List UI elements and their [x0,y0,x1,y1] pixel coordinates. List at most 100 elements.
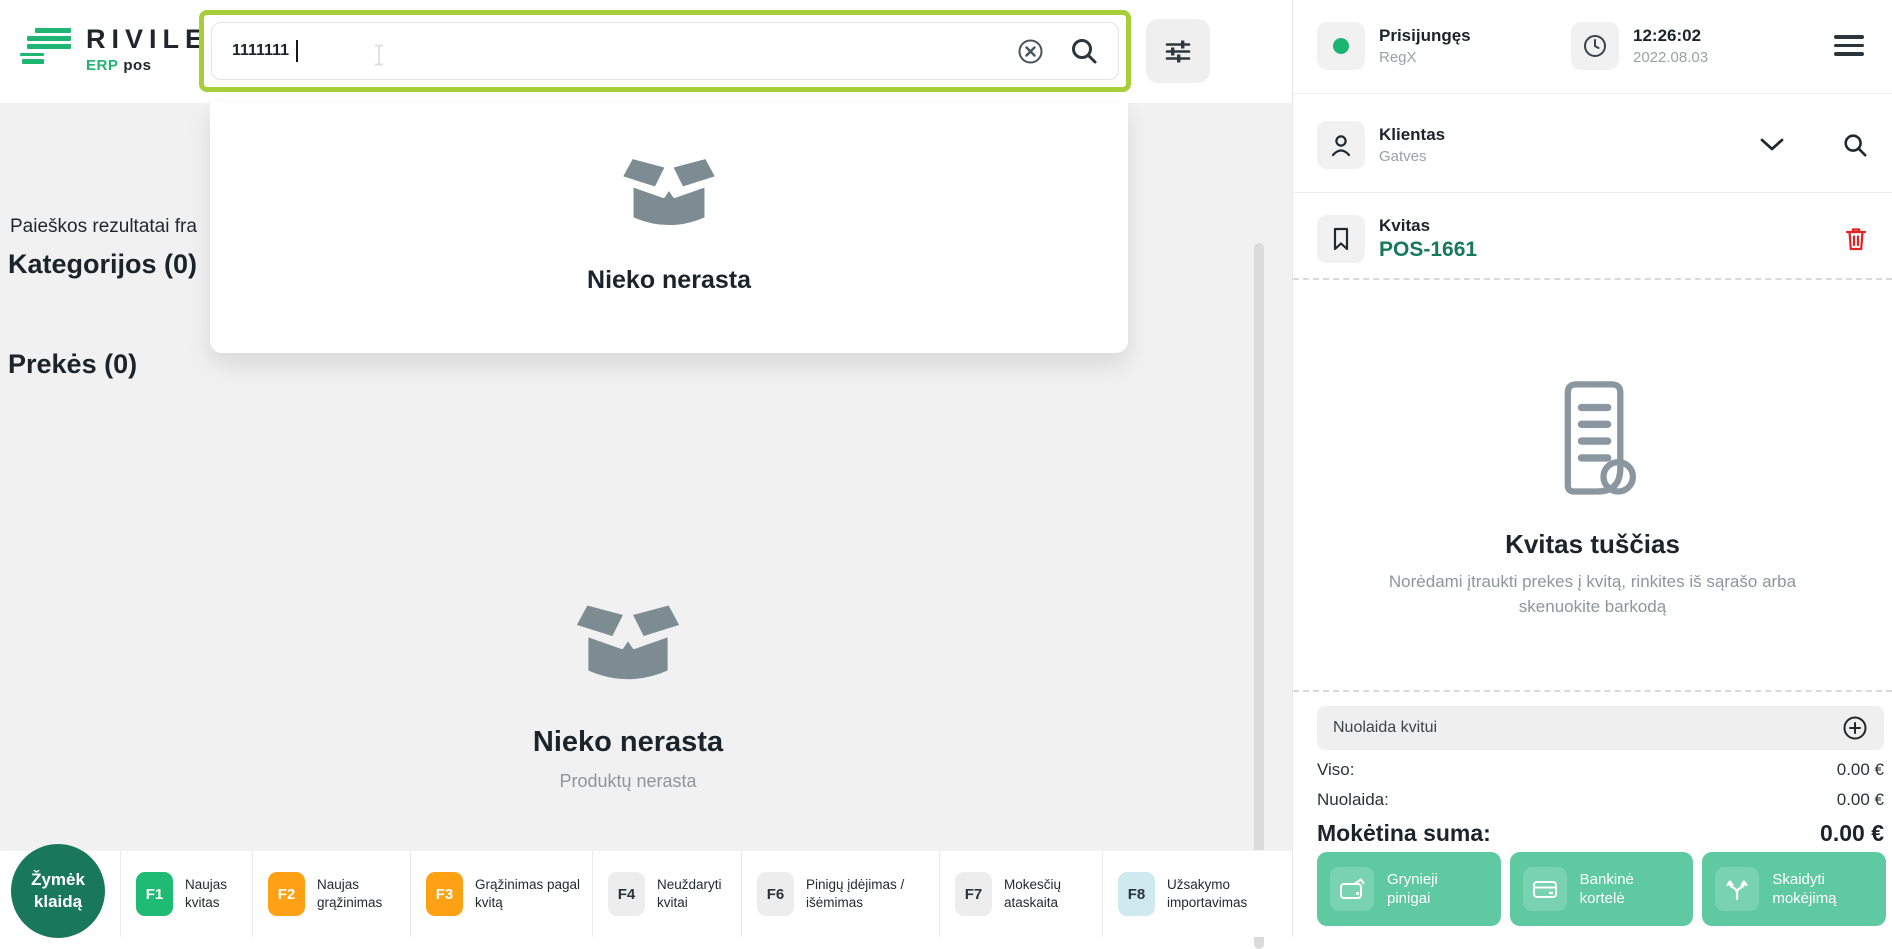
dashed-divider [1293,690,1892,692]
categories-heading: Kategorijos (0) [8,249,197,280]
cart-empty-subtitle: Norėdami įtraukti prekes į kvitą, rinkit… [1387,570,1799,619]
fkey-return-by-receipt[interactable]: F3 Grąžinimas pagal kvitą [410,851,592,937]
client-value: Gatves [1379,148,1445,165]
fkey-order-import[interactable]: F8 Užsakymo importavimas [1102,851,1292,937]
total-row: Viso: 0.00 € [1317,760,1884,780]
total-label: Viso: [1317,760,1355,780]
total-row: Nuolaida: 0.00 € [1317,790,1884,810]
f1-key-badge: F1 [136,872,173,916]
receipt-row: Kvitas POS-1661 [1317,206,1868,272]
date-value: 2022.08.03 [1633,49,1708,66]
connection-status: Prisijungęs RegX [1317,22,1471,70]
search-filter-button[interactable] [1146,19,1210,83]
f6-key-badge: F6 [757,872,794,916]
mouse-text-cursor [372,44,386,66]
receipt-number: POS-1661 [1379,238,1477,262]
f1-label: Naujas kvitas [185,876,243,911]
brand-subtitle: ERP pos [86,57,209,74]
f8-label: Užsakymo importavimas [1167,876,1271,911]
sliders-icon [1162,35,1194,67]
totals-block: Viso: 0.00 € Nuolaida: 0.00 € Mokėtina s… [1317,760,1884,847]
brand-pos: pos [123,57,151,74]
fkey-cash-in-out[interactable]: F6 Pinigų įdėjimas / išėmimas [741,851,939,937]
dashed-divider [1293,278,1892,280]
empty-title: Nieko nerasta [418,726,838,759]
clock-block: 12:26:02 2022.08.03 [1571,22,1708,70]
report-error-button[interactable]: Žymėk klaidą [11,844,105,938]
brand-erp: ERP [86,57,118,74]
receipt-chip [1317,215,1365,263]
f7-key-badge: F7 [955,872,992,916]
divider [1293,192,1892,193]
clock-chip [1571,22,1619,70]
discount-total-value: 0.00 € [1837,790,1884,810]
f4-key-badge: F4 [608,872,645,916]
client-chip [1317,121,1365,169]
session-header: Prisijungęs RegX 12:26:02 2022.08.03 [1293,0,1892,94]
fkey-new-receipt[interactable]: F1 Naujas kvitas [120,851,252,937]
f4-label: Neuždaryti kvitai [657,876,737,911]
cash-payment-button[interactable]: Grynieji pinigai [1317,852,1501,926]
cart-panel: Prisijungęs RegX 12:26:02 2022.08.03 [1292,0,1892,937]
f3-key-badge: F3 [426,872,463,916]
search-icon[interactable] [1070,37,1098,65]
products-empty-state: Nieko nerasta Produktų nerasta [418,599,838,792]
card-payment-button[interactable]: Bankinė kortelė [1510,852,1694,926]
client-row[interactable]: Klientas Gatves [1317,112,1868,178]
empty-box-icon [613,153,725,243]
cart-empty-title: Kvitas tuščias [1363,529,1822,560]
hamburger-icon [1834,35,1864,56]
app-logo: RIVILE ERP pos [20,26,209,74]
split-payment-icon [1715,867,1759,911]
client-search-icon[interactable] [1842,132,1868,158]
time-value: 12:26:02 [1633,26,1708,46]
client-label: Klientas [1379,125,1445,145]
f2-key-badge: F2 [268,872,305,916]
bookmark-icon [1329,225,1353,253]
delete-receipt-icon[interactable] [1844,226,1868,252]
person-icon [1327,131,1355,159]
f2-label: Naujas grąžinimas [317,876,403,911]
search-input[interactable] [232,42,991,60]
f3-label: Grąžinimas pagal kvitą [475,876,591,911]
brand-name: RIVILE [86,26,209,53]
wallet-icon [1330,867,1374,911]
credit-card-icon [1523,867,1567,911]
dropdown-empty-title: Nieko nerasta [210,266,1128,295]
split-payment-button[interactable]: Skaidyti mokėjimą [1702,852,1886,926]
status-title: Prisijungęs [1379,26,1471,46]
function-key-bar: F1 Naujas kvitas F2 Naujas grąžinimas F3… [0,850,1292,937]
search-field[interactable] [211,22,1119,80]
report-error-label: Žymėk klaidą [23,869,93,913]
fkey-tax-report[interactable]: F7 Mokesčių ataskaita [939,851,1102,937]
status-subtitle: RegX [1379,49,1471,66]
total-value: 0.00 € [1837,760,1884,780]
vertical-scrollbar[interactable] [1254,243,1264,949]
products-heading: Prekės (0) [8,349,137,380]
clear-search-icon[interactable] [1017,38,1044,65]
fkey-open-receipts[interactable]: F4 Neuždaryti kvitai [592,851,741,937]
add-discount-icon[interactable] [1842,715,1868,741]
payment-buttons: Grynieji pinigai Bankinė kortelė [1317,852,1886,926]
empty-subtitle: Produktų nerasta [418,771,838,792]
discount-total-label: Nuolaida: [1317,790,1389,810]
status-chip [1317,22,1365,70]
fkey-new-return[interactable]: F2 Naujas grąžinimas [252,851,410,937]
search-results-context: Paieškos rezultatai fra [10,216,197,238]
search-dropdown: Nieko nerasta [210,103,1128,353]
menu-button[interactable] [1834,35,1864,61]
chevron-down-icon[interactable] [1758,136,1786,154]
amount-due-row: Mokėtina suma: 0.00 € [1317,820,1884,847]
amount-due-label: Mokėtina suma: [1317,820,1491,847]
cart-empty-state: Kvitas tuščias Norėdami įtraukti prekes … [1363,376,1822,619]
amount-due-value: 0.00 € [1820,820,1884,847]
rivile-logo-icon [20,26,72,66]
online-dot-icon [1333,38,1349,54]
receipt-discount-row[interactable]: Nuolaida kvitui [1317,706,1884,750]
f7-label: Mokesčių ataskaita [1004,876,1088,911]
f8-key-badge: F8 [1118,872,1155,916]
clock-icon [1582,33,1608,59]
f6-label: Pinigų įdėjimas / išėmimas [806,876,926,911]
discount-label: Nuolaida kvitui [1333,719,1437,737]
cash-payment-label: Grynieji pinigai [1387,870,1467,909]
